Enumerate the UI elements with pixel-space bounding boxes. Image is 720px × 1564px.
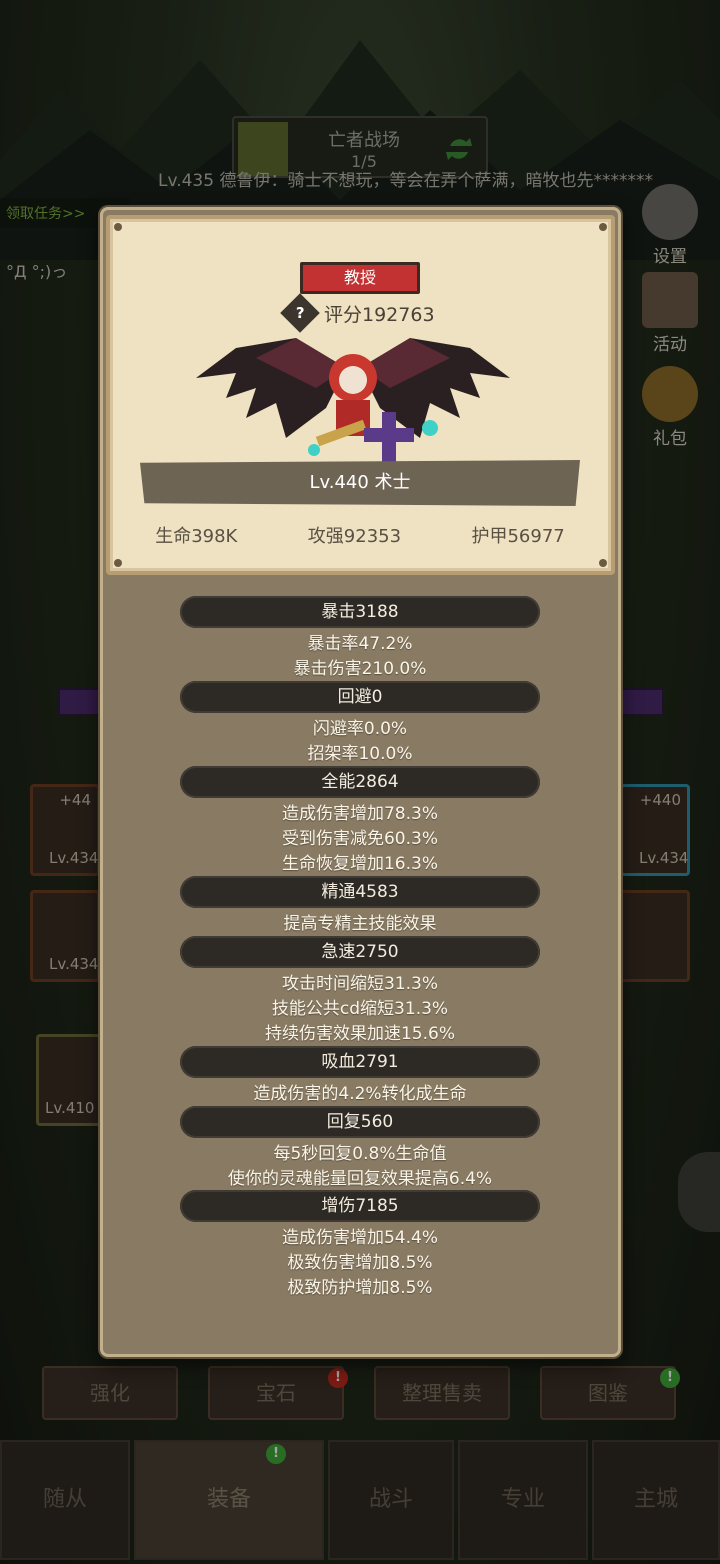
character-title-badge: 教授 (300, 262, 420, 294)
stat-line: 极致伤害增加8.5% (287, 1253, 433, 1273)
attack-power-stat: 攻强92353 (307, 526, 402, 547)
level-class-bar: Lv.440 术士 (140, 460, 580, 506)
score-value: 评分192763 (324, 303, 435, 326)
stat-line: 持续伤害效果加速15.6% (264, 1024, 455, 1044)
stat-line: 造成伤害增加78.3% (281, 804, 438, 824)
section-lifesteal-header: 吸血2791 (180, 1046, 540, 1078)
section-avoidance-header: 回避0 (180, 681, 540, 713)
section-crit-header: 暴击3188 (180, 596, 540, 628)
stat-line: 受到伤害减免60.3% (281, 829, 438, 849)
stat-line: 招架率10.0% (307, 744, 413, 764)
section-mastery-header: 精通4583 (180, 876, 540, 908)
stat-line: 极致防护增加8.5% (287, 1278, 433, 1298)
character-portrait (196, 338, 510, 464)
stat-line: 攻击时间缩短31.3% (281, 974, 438, 994)
rivet (599, 223, 607, 231)
stat-line: 提高专精主技能效果 (283, 914, 437, 934)
stat-line: 暴击伤害210.0% (293, 659, 427, 679)
rivet (114, 223, 122, 231)
stat-line: 闪避率0.0% (312, 719, 408, 739)
score-row: ? 评分192763 (280, 293, 435, 333)
rivet (114, 559, 122, 567)
stat-line: 暴击率47.2% (307, 634, 413, 654)
stat-line: 每5秒回复0.8%生命值 (273, 1144, 447, 1164)
hp-stat: 生命398K (155, 526, 238, 547)
help-icon[interactable]: ? (280, 293, 320, 333)
section-damage-bonus-header: 增伤7185 (180, 1190, 540, 1222)
rivet (599, 559, 607, 567)
armor-stat: 护甲56977 (471, 526, 565, 547)
section-haste-header: 急速2750 (180, 936, 540, 968)
section-recovery-header: 回复560 (180, 1106, 540, 1138)
section-versatility-header: 全能2864 (180, 766, 540, 798)
stat-line: 技能公共cd缩短31.3% (271, 999, 449, 1019)
core-stats-row: 生命398K 攻强92353 护甲56977 (120, 522, 600, 548)
stat-line: 造成伤害的4.2%转化成生命 (253, 1084, 467, 1104)
stat-line: 使你的灵魂能量回复效果提高6.4% (227, 1169, 493, 1189)
stat-line: 造成伤害增加54.4% (281, 1228, 438, 1248)
stat-line: 生命恢复增加16.3% (281, 854, 438, 874)
